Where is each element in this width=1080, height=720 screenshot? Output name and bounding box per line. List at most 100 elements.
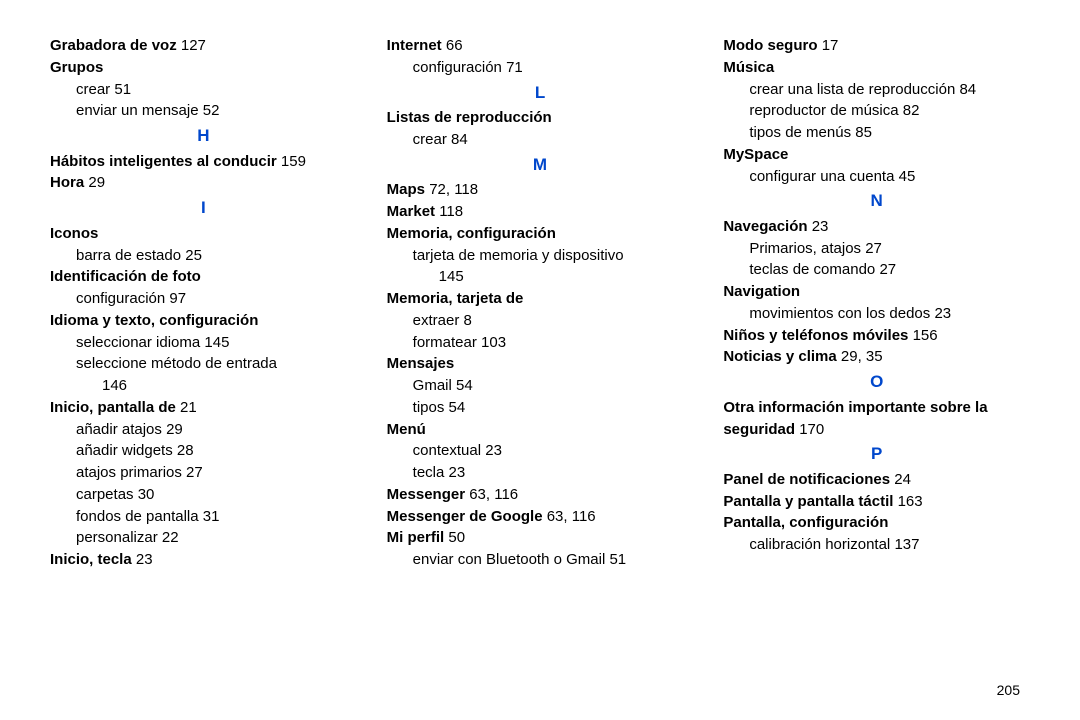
subentry: teclas de comando 27: [723, 259, 1030, 281]
page-ref: 27: [865, 240, 882, 257]
page-ref: 63, 116: [469, 486, 518, 503]
page-ref: 30: [138, 486, 155, 503]
sub-label: carpetas: [76, 486, 134, 503]
page-ref: 82: [903, 102, 920, 119]
section-letter-p: P: [723, 442, 1030, 467]
page-ref: 27: [879, 261, 896, 278]
page-ref: 25: [185, 247, 202, 264]
sub-label: enviar con Bluetooth o Gmail: [413, 551, 606, 568]
page-ref: 21: [180, 399, 197, 416]
subentry: añadir atajos 29: [50, 419, 357, 441]
entry-musica: Música: [723, 57, 1030, 79]
page-ref: 72, 118: [429, 181, 478, 198]
page-ref: 31: [203, 508, 220, 525]
sub-label: personalizar: [76, 529, 158, 546]
entry-memoria-cfg: Memoria, configuración: [387, 223, 694, 245]
page-ref: 50: [448, 529, 465, 546]
entry-mi-perfil: Mi perfil 50: [387, 527, 694, 549]
page-ref: 145: [439, 268, 464, 285]
subentry: enviar un mensaje 52: [50, 100, 357, 122]
heading: Grabadora de voz: [50, 37, 177, 54]
subentry: seleccione método de entrada: [50, 353, 357, 375]
heading: MySpace: [723, 146, 788, 163]
subentry-pg: 145: [387, 266, 694, 288]
heading: Iconos: [50, 225, 98, 242]
page-ref: 28: [177, 442, 194, 459]
subentry: configuración 97: [50, 288, 357, 310]
heading: Pantalla y pantalla táctil: [723, 493, 893, 510]
page-ref: 24: [894, 471, 911, 488]
page-ref: 27: [186, 464, 203, 481]
heading: Grupos: [50, 59, 103, 76]
page-ref: 84: [959, 81, 976, 98]
heading: Internet: [387, 37, 442, 54]
heading: Hora: [50, 174, 84, 191]
index-column-3: Modo seguro 17 Música crear una lista de…: [723, 35, 1030, 571]
page-ref: 146: [102, 377, 127, 394]
sub-label: fondos de pantalla: [76, 508, 199, 525]
page-ref: 52: [203, 102, 220, 119]
sub-label: formatear: [413, 334, 477, 351]
subentry: reproductor de música 82: [723, 100, 1030, 122]
entry-internet: Internet 66: [387, 35, 694, 57]
section-letter-o: O: [723, 370, 1030, 395]
subentry: personalizar 22: [50, 527, 357, 549]
entry-messenger: Messenger 63, 116: [387, 484, 694, 506]
heading: Modo seguro: [723, 37, 817, 54]
sub-label: extraer: [413, 312, 460, 329]
page-ref: 118: [439, 203, 463, 220]
page-ref: 145: [204, 334, 229, 351]
heading: Navegación: [723, 218, 807, 235]
entry-inicio-pantalla: Inicio, pantalla de 21: [50, 397, 357, 419]
heading: Mi perfil: [387, 529, 445, 546]
index-column-1: Grabadora de voz 127 Grupos crear 51 env…: [50, 35, 357, 571]
heading: Noticias y clima: [723, 348, 836, 365]
page-ref: 63, 116: [547, 508, 596, 525]
sub-label: crear: [76, 81, 110, 98]
sub-label: configuración: [76, 290, 165, 307]
section-letter-l: L: [387, 81, 694, 106]
section-letter-i: I: [50, 196, 357, 221]
heading: Menú: [387, 421, 426, 438]
subentry: crear una lista de reproducción 84: [723, 79, 1030, 101]
entry-listas: Listas de reproducción: [387, 107, 694, 129]
subentry: contextual 23: [387, 440, 694, 462]
entry-grabadora: Grabadora de voz 127: [50, 35, 357, 57]
heading: Otra información importante sobre la seg…: [723, 399, 987, 438]
page-ref: 23: [934, 305, 951, 322]
entry-ninos: Niños y teléfonos móviles 156: [723, 325, 1030, 347]
entry-navigation: Navigation: [723, 281, 1030, 303]
page-ref: 103: [481, 334, 506, 351]
sub-label: Primarios, atajos: [749, 240, 861, 257]
heading: Memoria, tarjeta de: [387, 290, 524, 307]
entry-memoria-tarjeta: Memoria, tarjeta de: [387, 288, 694, 310]
page-ref: 29, 35: [841, 348, 883, 365]
subentry-pg: 146: [50, 375, 357, 397]
page-ref: 8: [464, 312, 472, 329]
page-ref: 163: [898, 493, 923, 510]
subentry: Gmail 54: [387, 375, 694, 397]
heading: Hábitos inteligentes al conducir: [50, 153, 277, 170]
subentry: tecla 23: [387, 462, 694, 484]
subentry: configuración 71: [387, 57, 694, 79]
entry-iconos: Iconos: [50, 223, 357, 245]
heading: Memoria, configuración: [387, 225, 556, 242]
page-ref: 97: [169, 290, 186, 307]
page-ref: 51: [609, 551, 626, 568]
page-ref: 45: [899, 168, 916, 185]
page-ref: 17: [822, 37, 839, 54]
page-ref: 84: [451, 131, 468, 148]
index-column-2: Internet 66 configuración 71 L Listas de…: [387, 35, 694, 571]
subentry: atajos primarios 27: [50, 462, 357, 484]
sub-label: contextual: [413, 442, 481, 459]
page-ref: 66: [446, 37, 463, 54]
page-ref: 29: [166, 421, 183, 438]
sub-label: configurar una cuenta: [749, 168, 894, 185]
heading: Panel de notificaciones: [723, 471, 890, 488]
heading: Inicio, pantalla de: [50, 399, 176, 416]
subentry: enviar con Bluetooth o Gmail 51: [387, 549, 694, 571]
entry-myspace: MySpace: [723, 144, 1030, 166]
sub-label: tarjeta de memoria y dispositivo: [413, 247, 624, 264]
heading: Maps: [387, 181, 425, 198]
page-ref: 71: [506, 59, 523, 76]
